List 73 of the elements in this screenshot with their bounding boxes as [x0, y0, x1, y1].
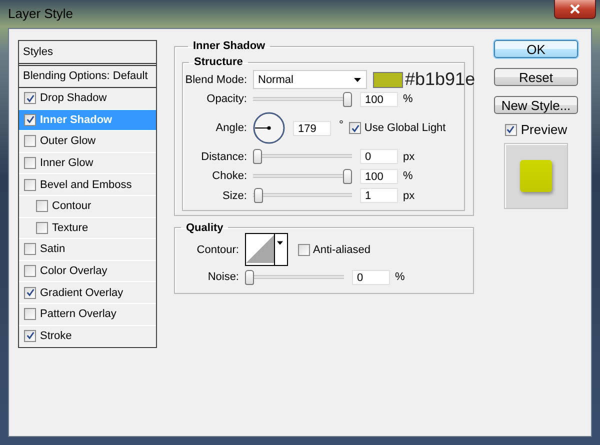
group-title: Quality	[185, 222, 224, 234]
style-item[interactable]: Gradient Overlay	[19, 282, 156, 304]
input-field[interactable]: 100	[360, 92, 398, 107]
style-item[interactable]: Pattern Overlay	[19, 304, 156, 326]
checkbox[interactable]	[504, 124, 517, 136]
unit-label: px	[403, 190, 415, 202]
angle-dial[interactable]	[253, 112, 285, 144]
dialog-button[interactable]: OK	[494, 40, 578, 58]
style-item[interactable]: Color Overlay	[19, 260, 156, 282]
blend-mode-dropdown[interactable]: Normal	[253, 70, 367, 90]
caret-icon	[354, 78, 361, 82]
unit-label: %	[395, 271, 405, 284]
close-button[interactable]	[554, 0, 596, 19]
group-title: Structure	[193, 56, 244, 68]
field-label: Noise:	[206, 271, 240, 284]
checkbox[interactable]	[24, 265, 36, 278]
checkbox[interactable]	[24, 135, 36, 148]
unit-label: %	[403, 93, 413, 106]
unit-label: °	[339, 119, 344, 131]
checkbox-label: Anti-aliased	[313, 244, 370, 256]
color-swatch[interactable]	[373, 72, 403, 88]
dialog-button[interactable]: Reset	[494, 68, 578, 86]
checkbox[interactable]	[349, 122, 362, 134]
panel-title: Inner Shadow	[192, 40, 266, 52]
checkbox-label: Use Global Light	[364, 122, 446, 134]
checkbox[interactable]	[298, 244, 310, 256]
checkbox[interactable]	[24, 330, 36, 342]
checkbox-label: Preview	[520, 122, 568, 137]
checkbox[interactable]	[24, 286, 36, 299]
input-field[interactable]: 0	[360, 149, 398, 164]
input-field[interactable]: 1	[360, 188, 398, 204]
styles-header: Styles	[19, 41, 156, 66]
dialog-button[interactable]: New Style...	[494, 96, 578, 114]
unit-label: %	[403, 170, 413, 182]
field-label: Distance:	[200, 150, 248, 163]
color-code: #b1b91e	[405, 69, 476, 90]
checkbox[interactable]	[36, 222, 48, 234]
checkbox[interactable]	[24, 308, 36, 320]
input-field[interactable]: 0	[352, 270, 390, 285]
slider-thumb[interactable]	[343, 168, 352, 184]
field-label: Choke:	[211, 170, 248, 182]
checkbox[interactable]	[24, 92, 36, 104]
close-icon	[569, 4, 581, 14]
checkbox[interactable]	[36, 200, 48, 212]
input-field[interactable]: 100	[360, 168, 398, 184]
field-label: Blend Mode:	[184, 74, 248, 86]
field-label: Opacity:	[206, 93, 248, 106]
style-item[interactable]: Texture	[19, 218, 156, 240]
style-item[interactable]: Stroke	[19, 326, 156, 348]
slider-thumb[interactable]	[343, 92, 352, 107]
input-field[interactable]: 179	[293, 120, 331, 136]
field-label: Size:	[222, 190, 248, 202]
contour-picker[interactable]	[245, 233, 288, 266]
preview-swatch	[520, 160, 552, 192]
slider-thumb[interactable]	[245, 270, 254, 285]
style-item[interactable]: Bevel and Emboss	[19, 174, 156, 196]
style-item[interactable]: Inner Glow	[19, 152, 156, 174]
checkbox[interactable]	[24, 243, 36, 256]
style-item[interactable]: Outer Glow	[19, 131, 156, 153]
contour-curve-icon	[246, 234, 274, 264]
style-item[interactable]: Satin	[19, 239, 156, 261]
unit-label: px	[403, 150, 415, 163]
checkbox[interactable]	[24, 114, 36, 126]
field-label: Contour:	[196, 244, 240, 256]
blending-options-item[interactable]: Blending Options: Default	[19, 66, 156, 88]
style-item[interactable]: Contour	[19, 196, 156, 218]
slider-thumb[interactable]	[254, 188, 263, 204]
checkbox[interactable]	[24, 178, 36, 191]
window-title: Layer Style	[8, 6, 74, 21]
slider-thumb[interactable]	[253, 149, 262, 164]
caret-icon	[277, 241, 283, 245]
checkbox[interactable]	[24, 157, 36, 170]
field-label: Angle:	[214, 122, 248, 134]
